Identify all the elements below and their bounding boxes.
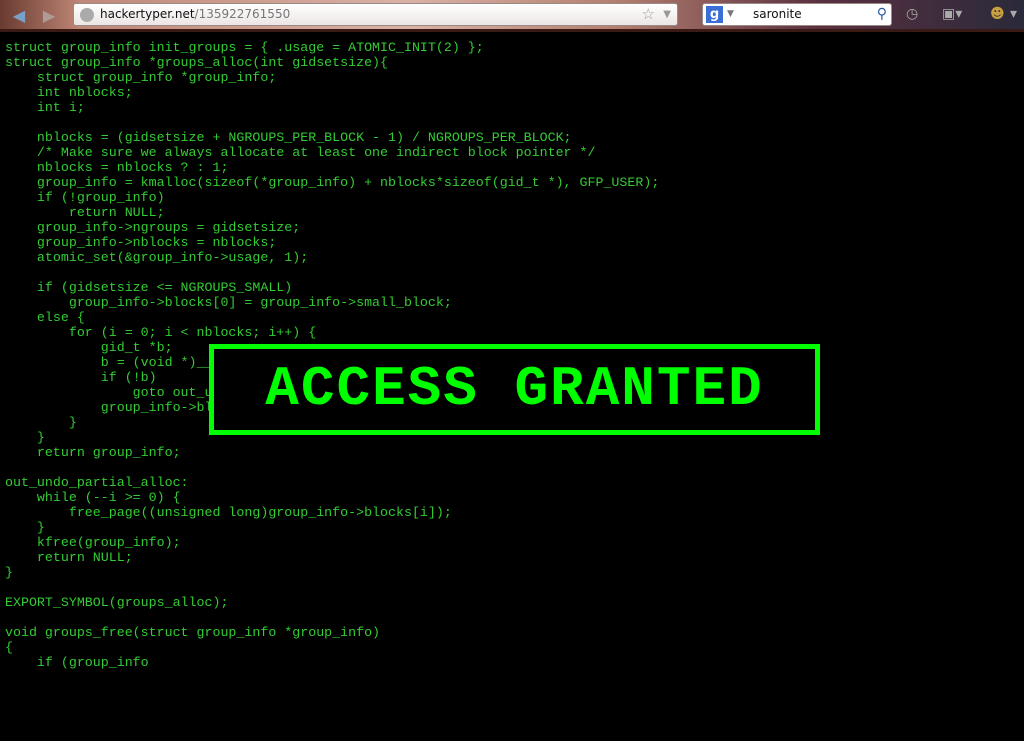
code-line: while (--i >= 0) { <box>5 490 181 505</box>
code-line: { <box>5 640 13 655</box>
code-line: EXPORT_SYMBOL(groups_alloc); <box>5 595 229 610</box>
code-line: out_undo_partial_alloc: <box>5 475 189 490</box>
code-line: int nblocks; <box>5 85 133 100</box>
code-line: return group_info; <box>5 445 181 460</box>
code-line: } <box>5 520 45 535</box>
code-line: group_info = kmalloc(sizeof(*group_info)… <box>5 175 660 190</box>
search-box[interactable]: g ▼ saronite ⚲ <box>702 3 892 26</box>
back-button[interactable]: ◀ <box>8 6 30 25</box>
addon-icon[interactable]: ☻ <box>990 6 1005 22</box>
code-line: for (i = 0; i < nblocks; i++) { <box>5 325 317 340</box>
code-line: if (!group_info) <box>5 190 165 205</box>
bookmarks-icon[interactable]: ▣▾ <box>942 6 962 22</box>
code-line: int i; <box>5 100 85 115</box>
code-line: void groups_free(struct group_info *grou… <box>5 625 381 640</box>
forward-button[interactable]: ▶ <box>38 6 60 25</box>
code-line: kfree(group_info); <box>5 535 181 550</box>
history-icon[interactable]: ◷ <box>906 6 918 22</box>
browser-toolbar: ◀ ▶ hackertyper.net/135922761550 ☆ ▼ g ▼… <box>0 0 1024 32</box>
search-icon[interactable]: ⚲ <box>877 4 887 25</box>
code-line: return NULL; <box>5 550 133 565</box>
url-domain: hackertyper.net <box>100 7 195 21</box>
code-line: if (gidsetsize <= NGROUPS_SMALL) <box>5 280 293 295</box>
address-bar[interactable]: hackertyper.net/135922761550 ☆ ▼ <box>73 3 678 26</box>
code-line: group_info->ngroups = gidsetsize; <box>5 220 301 235</box>
code-line: else { <box>5 310 85 325</box>
google-icon[interactable]: g <box>706 6 723 23</box>
globe-icon <box>80 8 94 22</box>
code-line: } <box>5 565 13 580</box>
code-line: nblocks = (gidsetsize + NGROUPS_PER_BLOC… <box>5 130 572 145</box>
code-line: free_page((unsigned long)group_info->blo… <box>5 505 452 520</box>
code-line: /* Make sure we always allocate at least… <box>5 145 596 160</box>
access-granted-banner: ACCESS GRANTED <box>209 344 820 435</box>
code-line: group_info->nblocks = nblocks; <box>5 235 277 250</box>
code-line: struct group_info init_groups = { .usage… <box>5 40 484 55</box>
code-line: if (group_info <box>5 655 149 670</box>
search-query: saronite <box>753 7 802 21</box>
code-line: struct group_info *group_info; <box>5 70 277 85</box>
code-line: atomic_set(&group_info->usage, 1); <box>5 250 309 265</box>
code-line: struct group_info *groups_alloc(int gids… <box>5 55 389 70</box>
access-granted-text: ACCESS GRANTED <box>265 357 764 421</box>
menu-chevron-icon[interactable]: ▾ <box>1010 6 1017 22</box>
code-line: group_info->blocks[0] = group_info->smal… <box>5 295 452 310</box>
code-line: return NULL; <box>5 205 165 220</box>
url-path: /135922761550 <box>194 7 291 21</box>
bookmark-star-icon[interactable]: ☆ <box>642 4 655 25</box>
chevron-down-icon[interactable]: ▼ <box>727 4 734 25</box>
code-line: nblocks = nblocks ? : 1; <box>5 160 229 175</box>
chevron-down-icon[interactable]: ▼ <box>663 4 671 25</box>
